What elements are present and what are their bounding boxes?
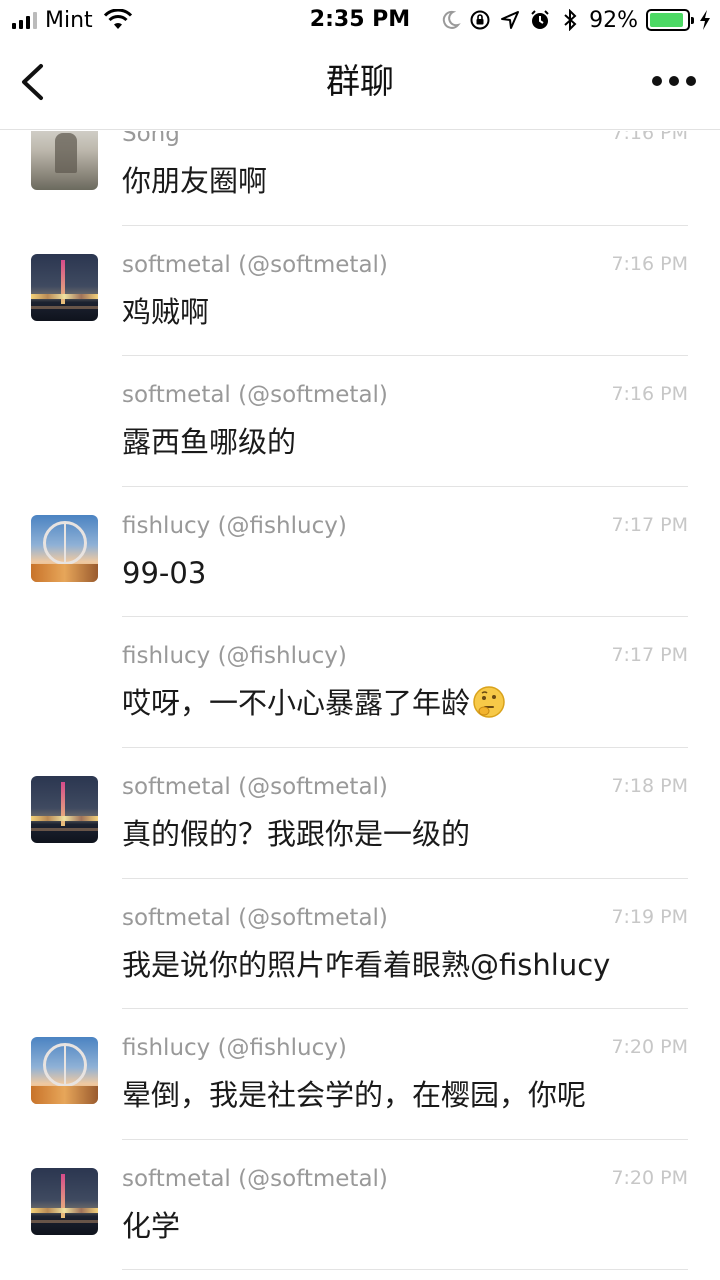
more-dots-icon	[652, 76, 662, 86]
sender-name: softmetal (@softmetal)	[122, 773, 388, 800]
message-time: 7:19 PM	[611, 905, 688, 928]
location-icon	[501, 11, 520, 29]
moon-icon	[442, 10, 461, 29]
sender-name: fishlucy (@fishlucy)	[122, 512, 347, 539]
message-item-7[interactable]: softmetal (@softmetal) 7:19 PM 我是说你的照片咋看…	[0, 879, 720, 1010]
message-text-content: 哎呀，一不小心暴露了年龄	[122, 686, 471, 721]
message-list-inner: Song 7:16 PM 你朋友圈啊 softmetal (@softmetal…	[0, 131, 720, 1271]
message-text-content: 晕倒，我是社会学的，在樱园，你呢	[122, 1078, 587, 1113]
orientation-lock-icon	[470, 10, 490, 30]
sender-name: fishlucy (@fishlucy)	[122, 643, 347, 670]
message-item-1[interactable]: Song 7:16 PM 你朋友圈啊	[0, 131, 720, 226]
message-time: 7:17 PM	[611, 513, 688, 536]
message-text-content: 化学	[122, 1208, 181, 1243]
ferris-wheel-avatar[interactable]	[31, 1037, 98, 1105]
alarm-icon	[531, 10, 549, 29]
photo-avatar-song[interactable]	[31, 131, 98, 190]
sender-name: softmetal (@softmetal)	[122, 904, 388, 931]
charging-icon	[700, 10, 710, 30]
battery-level-fill	[650, 13, 684, 27]
sender-name: Song	[122, 131, 180, 147]
message-time: 7:18 PM	[611, 774, 688, 797]
nav-bar: 群聊	[0, 40, 720, 130]
message-text: 晕倒，我是社会学的，在樱园，你呢	[122, 1075, 586, 1115]
message-item-9[interactable]: softmetal (@softmetal) 7:20 PM 化学	[0, 1140, 720, 1271]
message-item-6[interactable]: softmetal (@softmetal) 7:18 PM 真的假的？我跟你是…	[0, 748, 720, 879]
message-text: 哎呀，一不小心暴露了年龄	[122, 683, 506, 723]
message-time: 7:20 PM	[611, 1166, 688, 1189]
city-night-avatar[interactable]	[31, 775, 98, 843]
message-text-content: 99-03	[122, 555, 207, 590]
message-item-4[interactable]: fishlucy (@fishlucy) 7:17 PM 99-03	[0, 487, 720, 618]
message-text: 我是说你的照片咋看着眼熟@fishlucy	[122, 945, 610, 985]
message-item-3[interactable]: softmetal (@softmetal) 7:16 PM 露西鱼哪级的	[0, 356, 720, 487]
ferris-wheel-avatar[interactable]	[31, 514, 98, 582]
message-text: 化学	[122, 1206, 180, 1246]
more-button[interactable]	[652, 74, 696, 88]
battery-icon	[646, 9, 694, 31]
message-list[interactable]: Song 7:16 PM 你朋友圈啊 softmetal (@softmetal…	[0, 131, 720, 1280]
city-night-avatar[interactable]	[31, 253, 98, 321]
message-text: 你朋友圈啊	[122, 161, 267, 201]
sender-name: softmetal (@softmetal)	[122, 382, 388, 409]
message-time: 7:16 PM	[611, 383, 688, 406]
message-item-8[interactable]: fishlucy (@fishlucy) 7:20 PM 晕倒，我是社会学的，在…	[0, 1009, 720, 1140]
message-text: 露西鱼哪级的	[122, 422, 296, 462]
page-title: 群聊	[326, 62, 394, 102]
message-text-content: 你朋友圈啊	[122, 164, 268, 198]
bluetooth-icon	[564, 9, 577, 31]
message-text-content: 我是说你的照片咋看着眼熟@fishlucy	[122, 947, 611, 982]
message-text: 真的假的？我跟你是一级的	[122, 814, 470, 854]
message-text: 99-03	[122, 553, 206, 593]
status-bar: Mint 2:35 PM 92%	[0, 0, 720, 40]
message-time: 7:17 PM	[611, 644, 688, 667]
message-text-content: 真的假的？我跟你是一级的	[122, 816, 471, 851]
sender-name: softmetal (@softmetal)	[122, 1165, 388, 1192]
sender-name: softmetal (@softmetal)	[122, 251, 388, 278]
divider	[122, 1269, 688, 1271]
message-text-content: 鸡贼啊	[122, 294, 210, 329]
message-text: 鸡贼啊	[122, 292, 209, 332]
thinking-face-emoji	[473, 686, 505, 719]
message-item-5[interactable]: fishlucy (@fishlucy) 7:17 PM 哎呀，一不小心暴露了年…	[0, 617, 720, 748]
battery-percent: 92%	[589, 7, 638, 33]
message-time: 7:20 PM	[611, 1036, 688, 1059]
status-right: 92%	[439, 6, 712, 34]
city-night-avatar[interactable]	[31, 1167, 98, 1235]
sender-name: fishlucy (@fishlucy)	[122, 1035, 347, 1062]
message-item-2[interactable]: softmetal (@softmetal) 7:16 PM 鸡贼啊	[0, 226, 720, 357]
message-time: 7:16 PM	[611, 252, 688, 275]
message-text-content: 露西鱼哪级的	[122, 425, 297, 460]
message-time: 7:16 PM	[611, 131, 688, 144]
